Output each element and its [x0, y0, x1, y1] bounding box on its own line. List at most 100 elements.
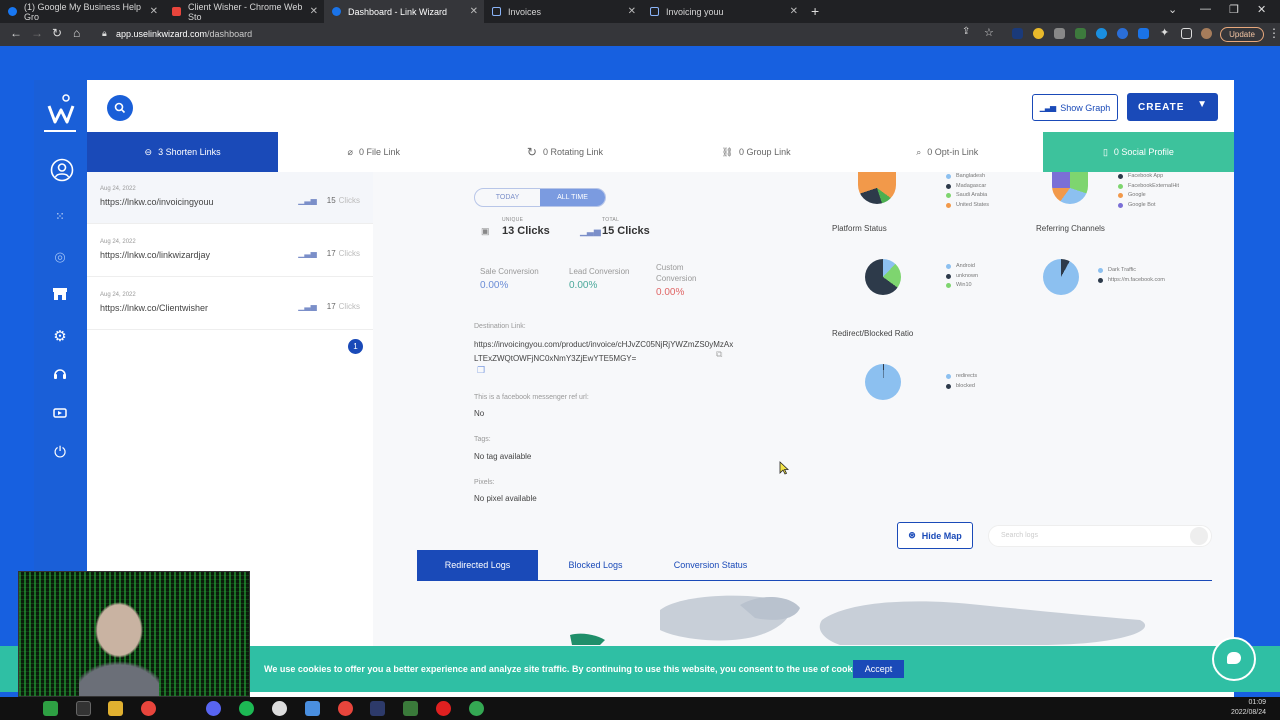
grid-icon[interactable]: ⁙ [50, 207, 70, 227]
app-icon[interactable] [305, 701, 320, 716]
obs-icon[interactable] [272, 701, 287, 716]
sidebar-icon[interactable] [1181, 28, 1192, 39]
url-field[interactable]: app.uselinkwizard.com/dashboard [116, 26, 252, 43]
list-item[interactable]: Aug 24, 2022 https://lnkw.co/Clientwishe… [87, 278, 373, 330]
browser-tab[interactable]: Client Wisher - Chrome Web Sto ✕ [164, 0, 324, 23]
address-bar-row: ← → ↻ ⌂ 🔒︎ app.uselinkwizard.com/dashboa… [0, 23, 1280, 46]
logo[interactable] [46, 92, 76, 128]
app-icon[interactable] [76, 701, 91, 716]
toggle-today[interactable]: TODAY [475, 189, 540, 206]
search-logs-input[interactable]: Search logs [988, 525, 1212, 547]
lock-icon[interactable]: 🔒︎ [102, 28, 107, 39]
tab-title: (1) Google My Business Help Gro [24, 1, 142, 22]
destination-link[interactable]: https://invoicingyou.com/product/invoice… [474, 338, 734, 366]
presenter [79, 596, 159, 696]
video-icon[interactable] [50, 405, 70, 425]
discord-icon[interactable] [206, 701, 221, 716]
hide-map-button[interactable]: ⊛ Hide Map [897, 522, 973, 549]
close-icon[interactable]: ✕ [150, 6, 158, 17]
webcam-overlay [18, 571, 250, 697]
destination-label: Destination Link: [474, 323, 526, 330]
list-item[interactable]: Aug 24, 2022 https://lnkw.co/invoicingyo… [87, 172, 373, 224]
browser-tab[interactable]: (1) Google My Business Help Gro ✕ [0, 0, 164, 23]
back-icon[interactable]: ← [10, 26, 22, 40]
app-icon[interactable] [370, 701, 385, 716]
tab-search-icon[interactable]: ⌄ [1168, 3, 1177, 16]
extension-icon[interactable] [1138, 28, 1149, 39]
chrome-icon[interactable] [141, 701, 156, 716]
extension-icon[interactable] [1117, 28, 1128, 39]
tab-file-link[interactable]: ⌀ 0 File Link [278, 132, 470, 172]
search-button[interactable] [107, 95, 133, 121]
store-icon[interactable] [50, 287, 70, 307]
browser-tab-active[interactable]: Dashboard - Link Wizard ✕ [324, 0, 484, 23]
settings-icon[interactable]: ⚙ [50, 327, 70, 347]
tab-redirected-logs[interactable]: Redirected Logs [417, 550, 538, 580]
tab-shorten-links[interactable]: ⊖ 3 Shorten Links [87, 132, 279, 172]
opera-icon[interactable] [436, 701, 451, 716]
nvidia-icon[interactable] [43, 701, 58, 716]
copy-icon[interactable]: ❐ [477, 365, 485, 376]
tab-group-link[interactable]: ⛓ 0 Group Link [660, 132, 852, 172]
legend-item: blocked [946, 382, 977, 392]
share-icon[interactable]: ⇪ [962, 26, 970, 37]
tab-blocked-logs[interactable]: Blocked Logs [538, 550, 653, 580]
bar-chart-icon: ▁▃▅ [298, 249, 317, 258]
chrome-icon[interactable] [469, 701, 484, 716]
facebook-icon [8, 7, 17, 16]
tab-optin-link[interactable]: ⌕ 0 Opt-in Link [851, 132, 1043, 172]
profile-icon[interactable] [50, 158, 74, 182]
home-icon[interactable]: ⌂ [73, 26, 80, 40]
close-window-icon[interactable]: ✕ [1257, 3, 1266, 16]
folder-icon[interactable] [108, 701, 123, 716]
world-map [570, 595, 1146, 645]
link-url: https://lnkw.co/invoicingyouu [100, 197, 214, 207]
dashboard-icon[interactable]: ◎ [50, 247, 70, 267]
close-icon[interactable]: ✕ [790, 6, 798, 17]
channels-pie-chart [1043, 259, 1079, 295]
headset-icon[interactable] [50, 367, 70, 387]
minimize-icon[interactable]: — [1200, 3, 1211, 15]
spotify-icon[interactable] [239, 701, 254, 716]
click-count: 17 [326, 249, 336, 258]
update-button[interactable]: Update [1220, 27, 1264, 42]
paperclip-icon: ⌀ [347, 146, 353, 157]
close-icon[interactable]: ✕ [470, 6, 478, 17]
menu-icon[interactable]: ⋮ [1268, 26, 1280, 40]
show-graph-button[interactable]: ▁▃▅ Show Graph [1032, 94, 1118, 121]
new-tab-icon[interactable]: + [811, 3, 819, 19]
pagination-page[interactable]: 1 [348, 339, 363, 354]
external-link-icon[interactable]: ⧉ [716, 349, 722, 360]
close-icon[interactable]: ✕ [628, 6, 636, 17]
chat-bubble-icon[interactable] [1212, 637, 1256, 681]
close-icon[interactable]: ✕ [310, 6, 318, 17]
extension-icon[interactable] [1033, 28, 1044, 39]
avatar[interactable] [1201, 28, 1212, 39]
extension-icon[interactable] [1075, 28, 1086, 39]
platform-status-title: Platform Status [832, 224, 887, 233]
puzzle-icon[interactable]: ✦ [1160, 26, 1169, 39]
extension-icon[interactable] [1054, 28, 1065, 39]
star-icon[interactable]: ☆ [984, 26, 994, 39]
browser-tab[interactable]: Invoicing youu ✕ [642, 0, 804, 23]
app-icon[interactable] [403, 701, 418, 716]
accept-cookies-button[interactable]: Accept [853, 660, 904, 678]
search-logs-button[interactable] [1190, 527, 1208, 545]
extension-icon[interactable] [1096, 28, 1107, 39]
browser-tab[interactable]: Invoices ✕ [484, 0, 642, 23]
link-wizard-icon [332, 7, 341, 16]
legend-item: Dark Traffic [1098, 266, 1165, 276]
create-button[interactable]: CREATE ▼ [1127, 93, 1218, 121]
forward-icon[interactable]: → [31, 26, 43, 40]
reload-icon[interactable]: ↻ [52, 26, 62, 40]
tab-social-profile[interactable]: ▯ 0 Social Profile [1042, 132, 1235, 172]
restore-icon[interactable]: ❐ [1229, 3, 1239, 16]
page-icon [650, 7, 659, 16]
list-item[interactable]: Aug 24, 2022 https://lnkw.co/linkwizardj… [87, 225, 373, 277]
tab-rotating-link[interactable]: ↻ 0 Rotating Link [469, 132, 661, 172]
chrome-icon[interactable] [338, 701, 353, 716]
extension-icon[interactable] [1012, 28, 1023, 39]
toggle-all-time[interactable]: ALL TIME [540, 189, 605, 206]
tab-conversion-status[interactable]: Conversion Status [653, 550, 768, 580]
power-icon[interactable]: ⏻ [50, 443, 70, 463]
